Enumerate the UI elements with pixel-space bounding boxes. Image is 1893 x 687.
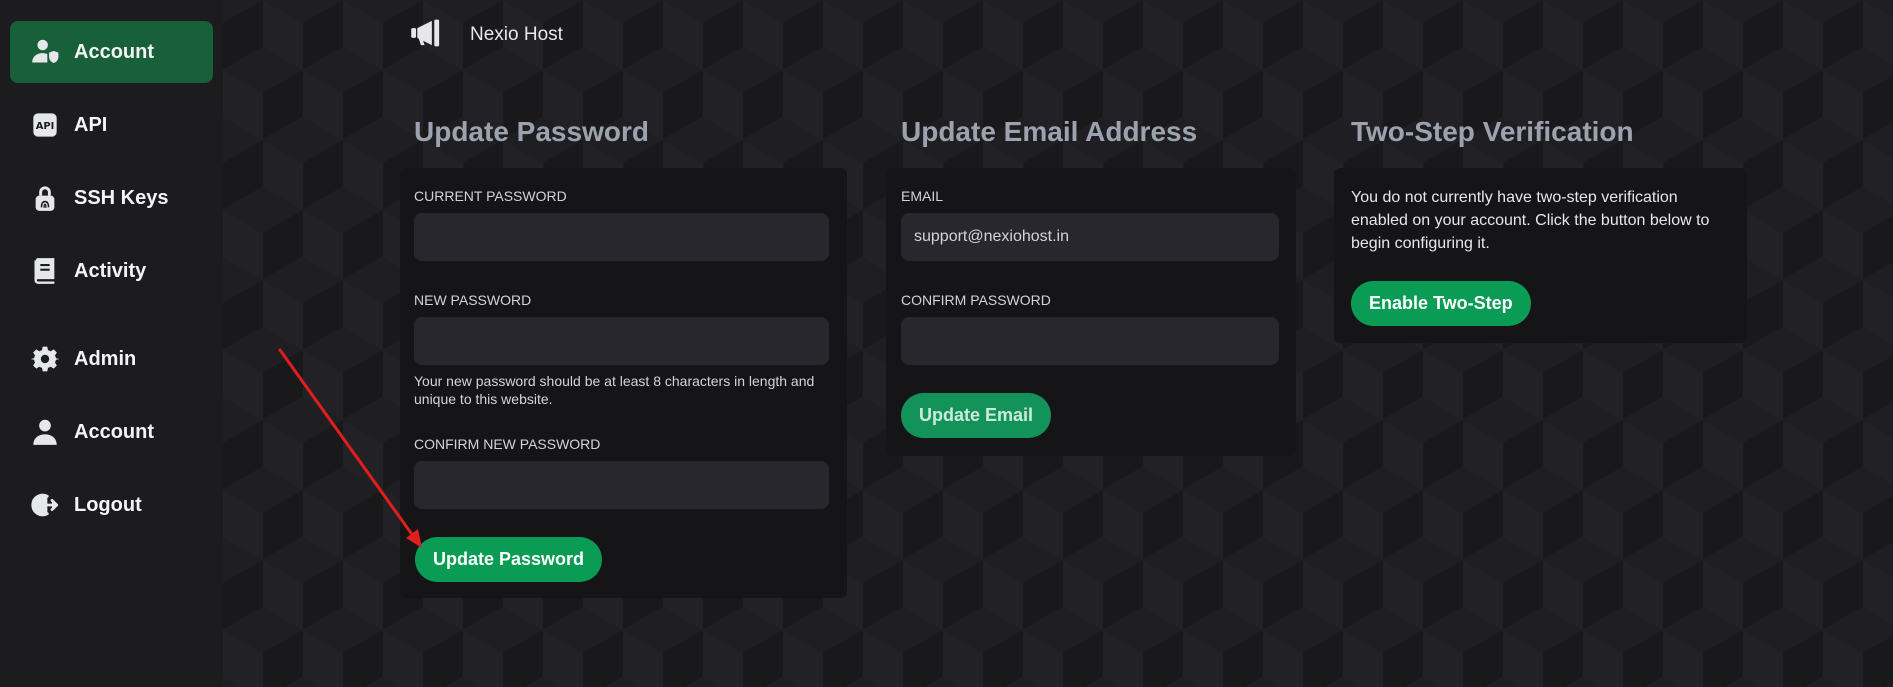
sidebar-item-admin[interactable]: Admin — [10, 328, 213, 390]
enable-two-step-button[interactable]: Enable Two-Step — [1351, 281, 1531, 326]
svg-text:API: API — [36, 121, 55, 132]
gear-icon — [30, 344, 60, 374]
brand-name: Nexio Host — [470, 24, 563, 45]
current-password-input[interactable] — [414, 213, 829, 261]
sidebar-item-label: Admin — [74, 347, 137, 370]
email-label: EMAIL — [901, 188, 944, 204]
sidebar-item-label: SSH Keys — [74, 186, 169, 209]
sidebar-item-api[interactable]: API API — [10, 94, 213, 156]
user-icon — [30, 417, 60, 447]
update-email-button[interactable]: Update Email — [901, 393, 1052, 438]
sidebar-item-label: Account — [74, 420, 154, 443]
new-password-input[interactable] — [414, 317, 829, 365]
sidebar-item-activity[interactable]: Activity — [10, 240, 213, 302]
top-header: Nexio Host — [410, 18, 563, 52]
current-password-label: CURRENT PASSWORD — [414, 188, 567, 204]
fingerprint-lock-icon — [30, 183, 60, 213]
update-email-title: Update Email Address — [901, 116, 1198, 147]
logout-icon — [30, 490, 60, 520]
email-input[interactable] — [901, 213, 1279, 261]
sidebar-item-account[interactable]: Account — [10, 21, 213, 83]
two-step-description: You do not currently have two-step verif… — [1351, 189, 1710, 252]
api-icon: API — [30, 110, 60, 140]
sidebar-item-label: Account — [74, 40, 154, 63]
sidebar-item-label: Activity — [74, 259, 147, 282]
sidebar-item-account-2[interactable]: Account — [10, 401, 213, 463]
update-password-button[interactable]: Update Password — [415, 537, 603, 582]
user-shield-icon — [30, 37, 60, 67]
new-password-hint: Your new password should be at least 8 c… — [414, 373, 815, 407]
new-password-label: NEW PASSWORD — [414, 292, 532, 308]
confirm-new-password-label: CONFIRM NEW PASSWORD — [414, 436, 601, 452]
confirm-password-input[interactable] — [901, 317, 1279, 365]
book-icon — [30, 256, 60, 286]
two-step-title: Two-Step Verification — [1351, 116, 1634, 147]
megaphone-icon — [410, 18, 444, 53]
sidebar-item-logout[interactable]: Logout — [10, 474, 213, 536]
sidebar-item-label: Logout — [74, 493, 142, 516]
confirm-password-label: CONFIRM PASSWORD — [901, 292, 1051, 308]
sidebar-item-ssh-keys[interactable]: SSH Keys — [10, 167, 213, 229]
sidebar-item-label: API — [74, 113, 108, 136]
update-password-title: Update Password — [414, 116, 649, 147]
sidebar: Account API API SSH Keys Activity Admin … — [0, 0, 223, 687]
confirm-new-password-input[interactable] — [414, 461, 829, 509]
